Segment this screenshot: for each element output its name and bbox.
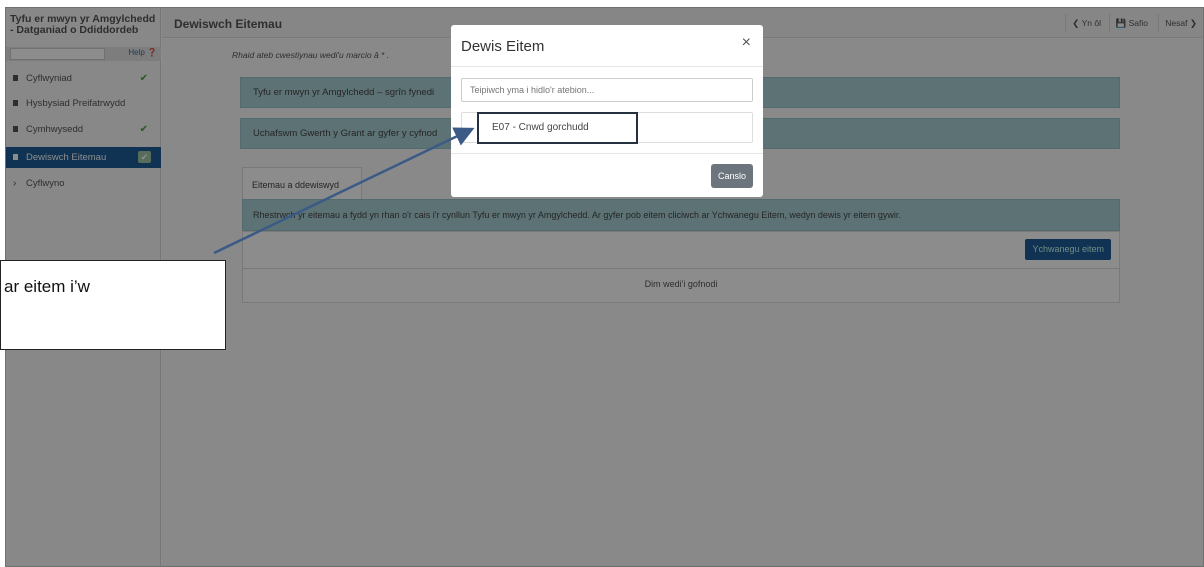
callout-box: ar eitem i’w <box>0 260 226 350</box>
